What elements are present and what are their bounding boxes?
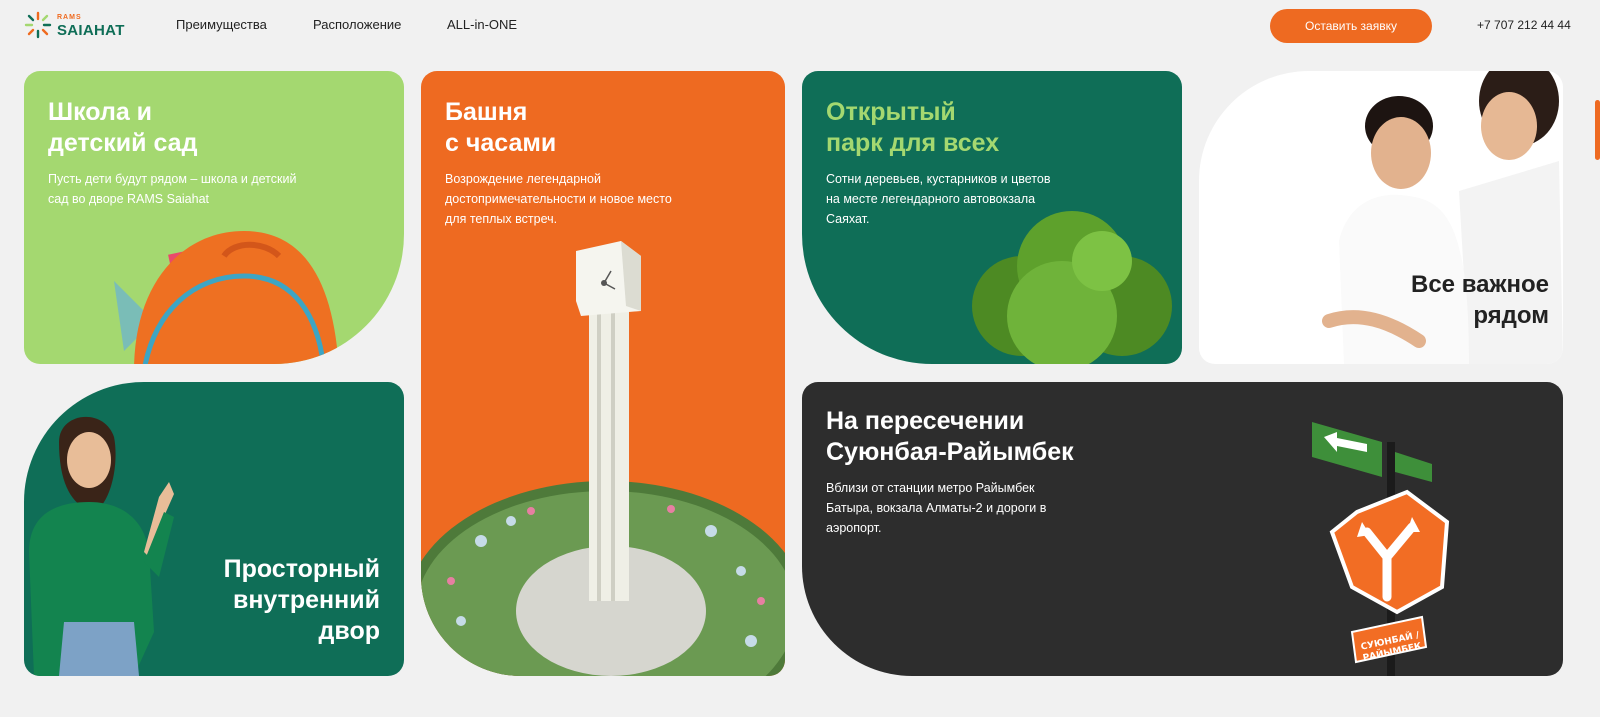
tree-illustration <box>972 211 1172 364</box>
title-line: рядом <box>1473 302 1549 329</box>
title-line: с часами <box>445 129 557 157</box>
title-line: двор <box>318 617 380 645</box>
scrollbar[interactable] <box>1595 100 1600 160</box>
site-header: RAMS SAIAHAT Преимущества Расположение A… <box>0 0 1600 52</box>
card-all-near[interactable]: Все важное рядом <box>1199 71 1563 364</box>
leave-request-button[interactable]: Оставить заявку <box>1270 9 1432 43</box>
woman-pointing-photo <box>29 416 174 676</box>
phone-number[interactable]: +7 707 212 44 44 <box>1477 18 1571 32</box>
logo[interactable]: RAMS SAIAHAT <box>24 11 134 41</box>
card-park[interactable]: Открытый парк для всех Сотни деревьев, к… <box>802 71 1182 364</box>
card-school-title: Школа и детский сад <box>48 97 197 159</box>
title-line: На пересечении <box>826 407 1025 435</box>
card-yard[interactable]: Просторный внутренний двор <box>24 382 404 676</box>
card-crossing-title: На пересечении Суюнбая-Райымбек <box>826 406 1074 468</box>
card-crossing[interactable]: На пересечении Суюнбая-Райымбек Вблизи о… <box>802 382 1563 676</box>
logo-mark-icon <box>24 11 52 39</box>
title-line: Башня <box>445 98 528 126</box>
card-tower-title: Башня с часами <box>445 97 556 159</box>
title-line: внутренний <box>232 586 380 614</box>
title-line: Школа и <box>48 98 153 126</box>
title-line: парк для всех <box>826 129 1000 157</box>
card-park-title: Открытый парк для всех <box>826 97 999 159</box>
backpack-illustration <box>114 231 339 364</box>
road-sign-illustration: СУЮНБАЙ / РАЙЫМБЕК <box>1312 422 1450 676</box>
card-tower[interactable]: Башня с часами Возрождение легендарной д… <box>421 71 785 676</box>
card-all-near-title: Все важное рядом <box>1389 269 1549 331</box>
card-school[interactable]: Школа и детский сад Пусть дети будут ряд… <box>24 71 404 364</box>
clock-tower-illustration <box>421 241 785 676</box>
card-school-text: Пусть дети будут рядом – школа и детский… <box>48 172 297 206</box>
logo-small-text: RAMS <box>57 14 82 21</box>
logo-big-text: SAIAHAT <box>57 22 125 39</box>
title-line: Просторный <box>223 555 380 583</box>
title-line: Суюнбая-Райымбек <box>826 438 1074 466</box>
title-line: Открытый <box>826 98 956 126</box>
nav-all-in-one[interactable]: ALL-in-ONE <box>447 17 517 32</box>
title-line: детский сад <box>48 129 198 157</box>
card-crossing-text: Вблизи от станции метро Райымбек Батыра,… <box>826 481 1047 535</box>
card-tower-text: Возрождение легендарной достопримечатель… <box>445 172 672 226</box>
nav-advantages[interactable]: Преимущества <box>176 17 267 32</box>
card-yard-title: Просторный внутренний двор <box>180 554 380 647</box>
nav-location[interactable]: Расположение <box>313 17 401 32</box>
title-line: Все важное <box>1411 271 1549 298</box>
